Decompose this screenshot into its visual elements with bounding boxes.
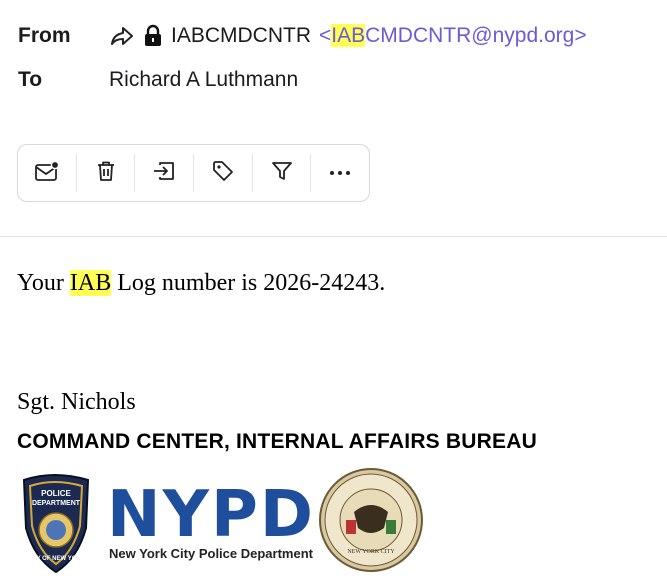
tag-button[interactable] — [194, 144, 252, 202]
mark-unread-icon — [34, 160, 60, 187]
header-divider — [0, 236, 667, 237]
delete-icon — [94, 159, 118, 188]
police-patch-logo: POLICE DEPARTMENT CITY OF NEW YORK — [22, 474, 90, 574]
sender[interactable]: IABCMDCNTR <IABCMDCNTR@nypd.org> — [109, 24, 587, 48]
move-icon — [151, 159, 177, 188]
nypd-logo-subtext: New York City Police Department — [109, 546, 314, 561]
sender-name: IABCMDCNTR — [171, 24, 311, 47]
signature-name: Sgt. Nichols — [17, 389, 136, 415]
svg-text:NEW YORK CITY: NEW YORK CITY — [347, 549, 395, 555]
to-row: To Richard A Luthmann — [18, 68, 298, 92]
svg-text:POLICE: POLICE — [41, 489, 71, 498]
body-rest: Log number is 2026-24243. — [111, 270, 386, 296]
email-rest: CMDCNTR@nypd.org> — [365, 24, 587, 47]
nypd-wordmark-logo: NYPD New York City Police Department — [107, 478, 315, 561]
signature-logos: POLICE DEPARTMENT CITY OF NEW YORK NYPD … — [16, 468, 436, 578]
recipient[interactable]: Richard A Luthmann — [109, 68, 298, 92]
tag-icon — [211, 159, 235, 188]
mark-unread-button[interactable] — [18, 144, 76, 202]
email-highlight: IAB — [331, 24, 366, 47]
email-prefix: < — [319, 24, 332, 47]
sender-email[interactable]: <IABCMDCNTR@nypd.org> — [319, 24, 587, 48]
from-row: From IABCMDCNTR <IABCMDCNTR@nypd.org> — [18, 24, 587, 48]
nypd-logo-text: NYPD — [107, 478, 315, 552]
lock-icon — [143, 24, 163, 48]
forward-arrow-icon — [109, 25, 135, 47]
svg-text:DEPARTMENT: DEPARTMENT — [32, 500, 81, 507]
to-label: To — [18, 68, 43, 91]
filter-button[interactable] — [253, 144, 311, 202]
signature-department: COMMAND CENTER, INTERNAL AFFAIRS BUREAU — [17, 430, 537, 453]
iab-seal-logo: NEW YORK CITY — [319, 468, 423, 572]
move-button[interactable] — [135, 144, 193, 202]
message-toolbar — [17, 144, 370, 202]
more-button[interactable] — [311, 144, 369, 202]
more-icon — [328, 164, 352, 182]
body-prefix: Your — [17, 270, 70, 296]
message-body: Your IAB Log number is 2026-24243. — [17, 270, 385, 297]
svg-text:CITY OF NEW YORK: CITY OF NEW YORK — [27, 556, 86, 562]
from-label: From — [18, 24, 71, 47]
filter-icon — [270, 159, 294, 188]
body-highlight: IAB — [69, 270, 112, 296]
delete-button[interactable] — [77, 144, 135, 202]
